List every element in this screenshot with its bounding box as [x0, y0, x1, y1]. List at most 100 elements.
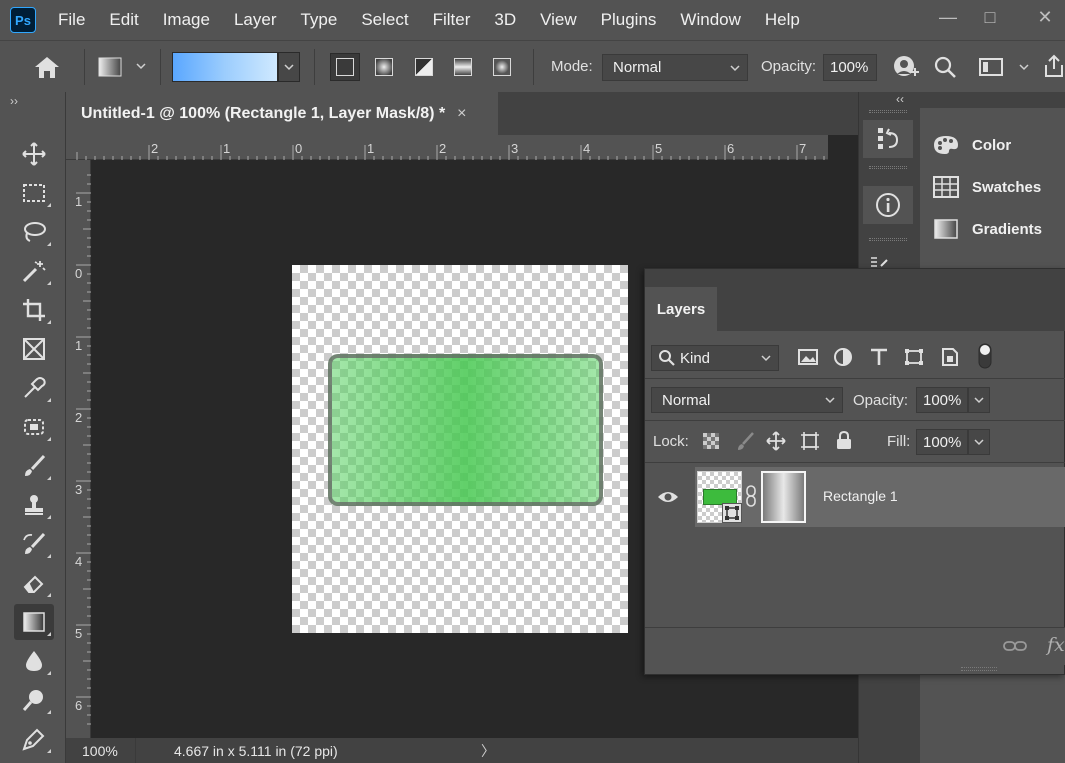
frame-tool[interactable] [14, 331, 54, 367]
gradient-picker-dropdown[interactable] [278, 52, 300, 82]
marquee-tool[interactable] [14, 175, 54, 211]
collapse-toolbar-button[interactable]: ›› [10, 94, 18, 108]
lock-transparent-icon[interactable] [702, 432, 720, 450]
blur-tool[interactable] [14, 643, 54, 679]
menu-file[interactable]: File [46, 10, 97, 30]
ruler-label: 7 [799, 141, 807, 156]
rectangle-shape[interactable] [328, 354, 603, 506]
dodge-tool[interactable] [14, 682, 54, 718]
history-brush-tool[interactable] [14, 526, 54, 562]
chevron-down-icon [974, 397, 984, 404]
smart-object-filter-icon[interactable] [939, 347, 961, 367]
separator [314, 49, 315, 85]
diamond-gradient-button[interactable] [487, 53, 517, 81]
link-layers-icon[interactable] [1003, 637, 1027, 655]
lock-artboard-icon[interactable] [800, 431, 820, 451]
zoom-level[interactable]: 100% [66, 738, 136, 763]
menu-view[interactable]: View [528, 10, 589, 30]
move-tool[interactable] [14, 136, 54, 172]
layer-mask-thumbnail[interactable] [761, 471, 806, 523]
image-filter-icon[interactable] [797, 347, 819, 367]
search-icon[interactable] [933, 55, 957, 79]
layer-name[interactable]: Rectangle 1 [823, 488, 898, 504]
status-menu-arrow[interactable]: 〉 [481, 741, 495, 761]
shape-filter-icon[interactable] [903, 347, 925, 367]
filter-toggle[interactable] [978, 343, 992, 369]
eyedropper-tool[interactable] [14, 370, 54, 406]
menu-type[interactable]: Type [288, 10, 349, 30]
color-panel-tab[interactable]: Color [920, 125, 1065, 165]
swatches-panel-tab[interactable]: Swatches [920, 167, 1065, 207]
pressure-opacity-icon[interactable] [892, 54, 920, 82]
chevron-down-icon[interactable] [1017, 60, 1031, 74]
gradient-swatch[interactable] [172, 52, 278, 82]
lock-label: Lock: [653, 433, 689, 450]
separator [160, 49, 161, 85]
fill-dropdown[interactable] [968, 429, 990, 455]
maximize-button[interactable]: □ [970, 4, 1010, 30]
menu-edit[interactable]: Edit [97, 10, 150, 30]
menu-help[interactable]: Help [753, 10, 812, 30]
eraser-tool[interactable] [14, 565, 54, 601]
clone-stamp-tool[interactable] [14, 487, 54, 523]
lock-all-icon[interactable] [835, 430, 853, 450]
lock-position-icon[interactable] [766, 431, 786, 451]
linear-gradient-button[interactable] [330, 53, 360, 81]
history-panel-button[interactable] [863, 120, 913, 158]
pen-tool[interactable] [14, 721, 54, 757]
layer-thumbnail[interactable] [697, 471, 742, 523]
menu-image[interactable]: Image [151, 10, 222, 30]
chevron-down-icon [974, 439, 984, 446]
collapse-panels-button[interactable]: ‹‹ [896, 92, 904, 106]
close-tab-button[interactable]: × [457, 105, 466, 123]
opacity-dropdown[interactable] [968, 387, 990, 413]
chevron-down-icon[interactable] [134, 59, 148, 73]
separator [533, 49, 534, 85]
angle-gradient-button[interactable] [409, 53, 439, 81]
fx-button[interactable]: fx [1047, 634, 1065, 656]
menu-3d[interactable]: 3D [482, 10, 528, 30]
opacity-input[interactable]: 100% [823, 54, 877, 81]
share-icon[interactable] [1042, 53, 1065, 79]
blend-mode-select[interactable]: Normal [651, 387, 843, 413]
eye-icon[interactable] [657, 489, 679, 505]
filter-kind-select[interactable]: Kind [651, 345, 779, 371]
menu-plugins[interactable]: Plugins [589, 10, 669, 30]
close-button[interactable]: ✕ [1025, 4, 1065, 30]
pen-icon [22, 728, 45, 751]
minimize-button[interactable]: — [928, 4, 968, 30]
mask-link-icon[interactable] [745, 484, 757, 508]
fill-input[interactable]: 100% [916, 429, 968, 455]
reflected-gradient-button[interactable] [448, 53, 478, 81]
gradients-panel-tab[interactable]: Gradients [920, 209, 1065, 249]
workspace-icon[interactable] [978, 56, 1006, 78]
paragraph-icon[interactable] [869, 256, 889, 268]
menu-select[interactable]: Select [349, 10, 420, 30]
ruler-label: 5 [655, 141, 663, 156]
gradient-tool[interactable] [14, 604, 54, 640]
layers-panel: Layers Kind Normal Opacity: 100% Lock: F… [644, 268, 1065, 675]
home-icon[interactable] [32, 54, 62, 80]
lock-pixels-icon[interactable] [735, 431, 755, 451]
layers-tab[interactable]: Layers [645, 287, 717, 331]
magic-wand-tool[interactable] [14, 253, 54, 289]
lasso-tool[interactable] [14, 214, 54, 250]
brush-tool[interactable] [14, 448, 54, 484]
layer-row[interactable]: Rectangle 1 [695, 467, 1065, 527]
menu-layer[interactable]: Layer [222, 10, 289, 30]
adjustment-filter-icon[interactable] [832, 347, 854, 367]
spot-healing-tool[interactable] [14, 409, 54, 445]
info-panel-button[interactable] [863, 186, 913, 224]
crop-tool[interactable] [14, 292, 54, 328]
type-filter-icon[interactable] [868, 347, 890, 367]
menu-filter[interactable]: Filter [421, 10, 483, 30]
ruler-label: 4 [75, 554, 83, 569]
mode-select[interactable]: Normal [602, 54, 748, 81]
radial-gradient-button[interactable] [369, 53, 399, 81]
document-tab[interactable]: Untitled-1 @ 100% (Rectangle 1, Layer Ma… [66, 92, 498, 135]
layer-opacity-input[interactable]: 100% [916, 387, 968, 413]
gradient-tool-preset-icon[interactable] [96, 55, 124, 79]
menu-window[interactable]: Window [668, 10, 752, 30]
gradient-icon [23, 612, 45, 632]
mode-label: Mode: [551, 58, 593, 75]
